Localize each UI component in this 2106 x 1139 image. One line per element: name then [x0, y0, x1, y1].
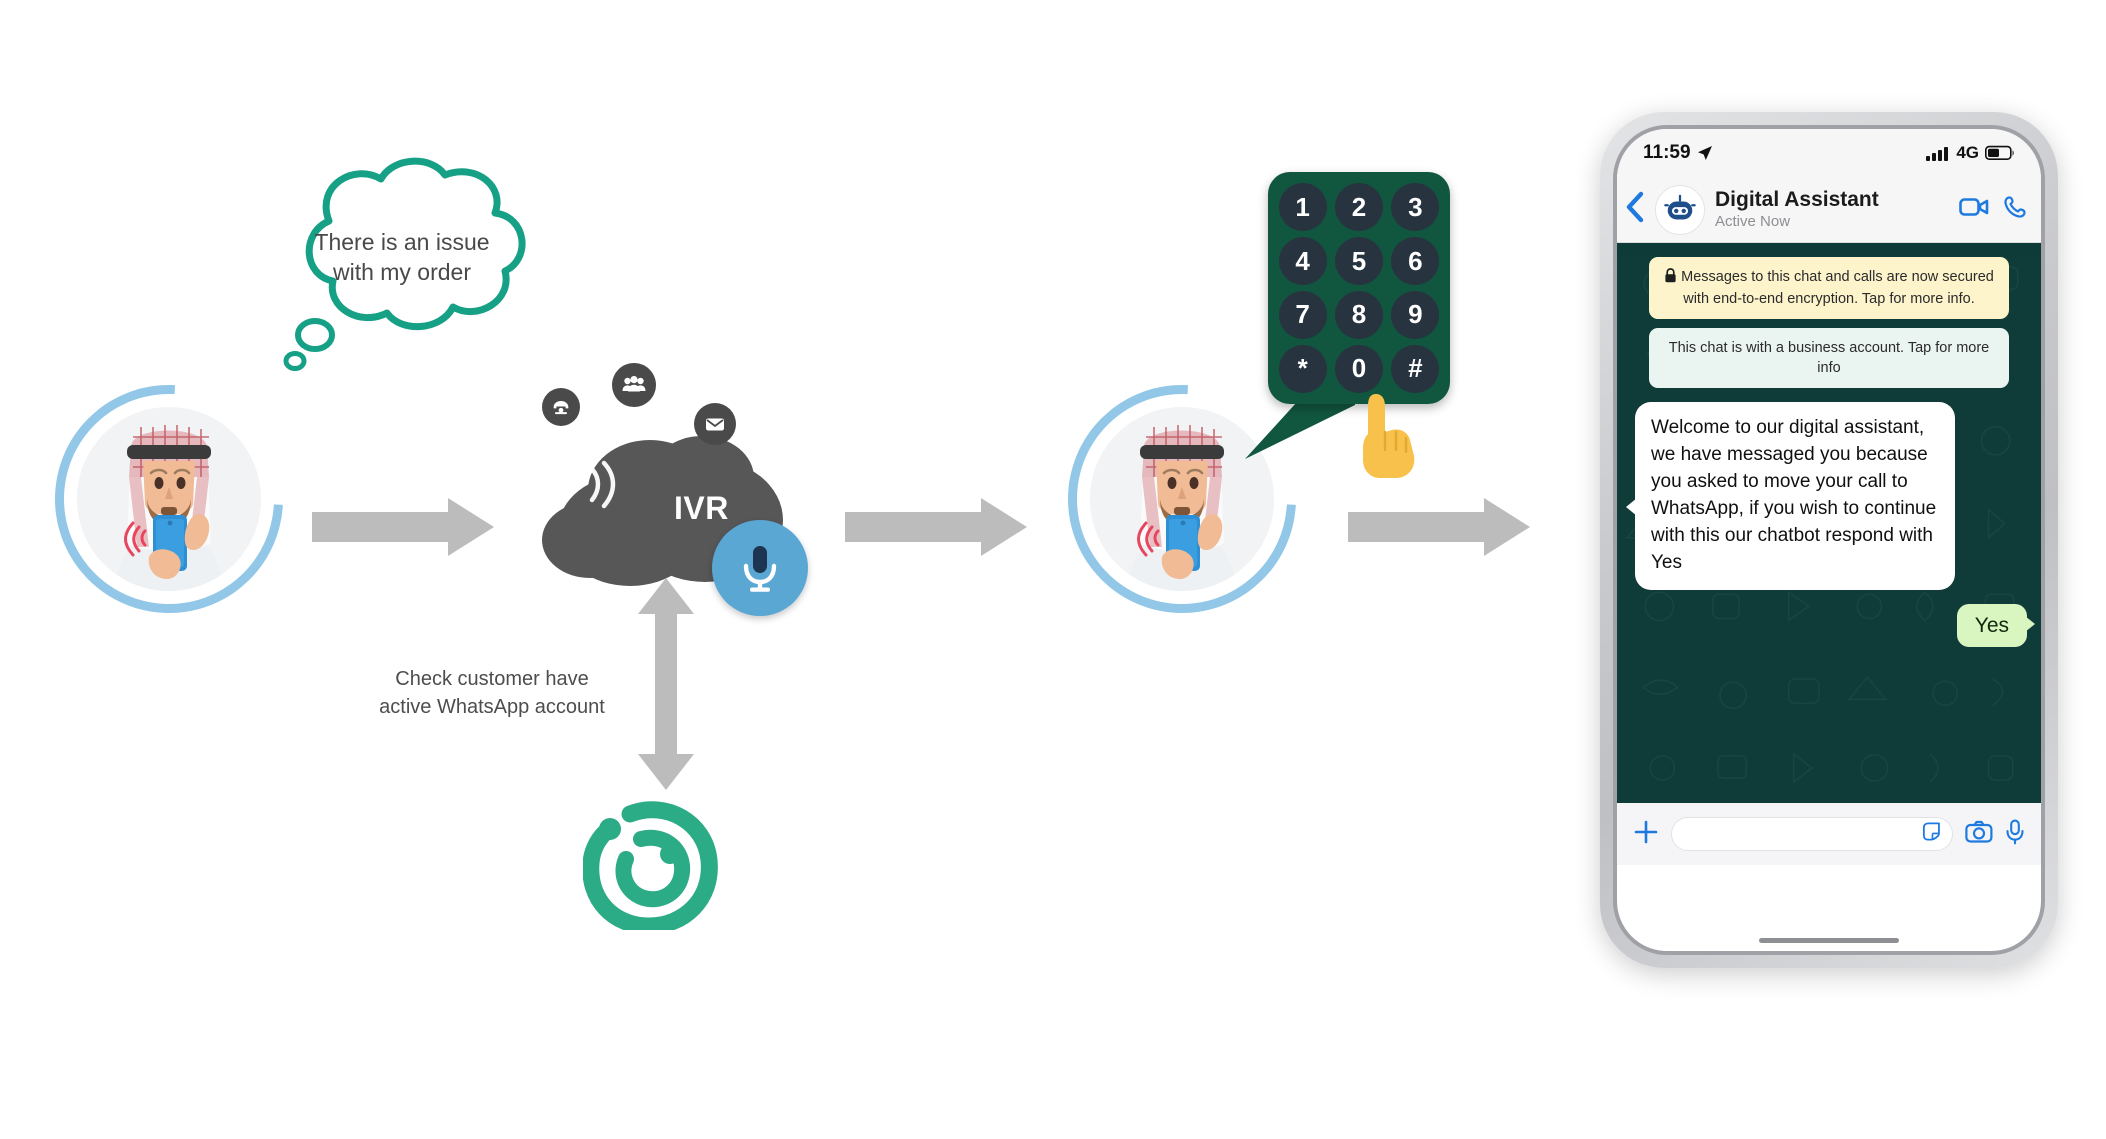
attach-button[interactable] — [1633, 819, 1659, 850]
message-bubble-incoming[interactable]: Welcome to our digital assistant, we hav… — [1626, 402, 1955, 590]
arrow-right-icon — [312, 498, 494, 556]
pointing-hand-cursor-icon — [1352, 388, 1424, 484]
message-input-wrapper[interactable] — [1671, 817, 1953, 851]
phone-mockup: 11:59 4G Digital Assistant Active Now Me… — [1600, 112, 2058, 968]
voice-call-icon — [2004, 196, 2026, 218]
incoming-message-text: Welcome to our digital assistant, we hav… — [1651, 417, 1937, 573]
ios-status-bar: 11:59 4G — [1617, 129, 2041, 177]
person-illustration-icon — [77, 407, 261, 591]
voice-call-button[interactable] — [2003, 195, 2027, 224]
arrow-right-3 — [1348, 498, 1530, 556]
telephone-icon — [542, 388, 580, 426]
microphone-badge-icon — [712, 520, 808, 616]
dialpad-key-7[interactable]: 7 — [1278, 290, 1327, 339]
camera-icon — [1965, 820, 1993, 843]
arrow-right-2 — [845, 498, 1027, 556]
microphone-glyph — [743, 546, 777, 592]
microphone-icon — [2006, 819, 2024, 844]
ivr-check-caption: Check customer have active WhatsApp acco… — [352, 665, 632, 722]
dialpad-key-9[interactable]: 9 — [1391, 290, 1440, 339]
lock-glyph — [1665, 268, 1676, 283]
header-actions — [1959, 195, 2027, 224]
flow-diagram-canvas: There is an issue with my order IVR Chec… — [0, 0, 2106, 1139]
status-right-group: 4G — [1926, 143, 2015, 163]
sticker-button[interactable] — [1921, 821, 1942, 847]
telephone-glyph — [553, 401, 569, 415]
video-call-button[interactable] — [1959, 196, 1989, 223]
avatar-photo — [77, 407, 261, 591]
dialpad-key-star[interactable]: * — [1278, 344, 1327, 393]
back-button[interactable] — [1625, 191, 1645, 228]
battery-icon — [1985, 145, 2014, 161]
video-call-icon — [1959, 198, 1989, 216]
network-type-label: 4G — [1956, 143, 1979, 162]
caption-line-2: active WhatsApp account — [379, 696, 605, 719]
dialpad[interactable]: 1 2 3 4 5 6 7 8 9 * 0 # — [1268, 172, 1450, 404]
dialpad-key-2[interactable]: 2 — [1334, 183, 1383, 232]
brand-logo-icon — [582, 801, 718, 935]
thought-bubble-text: There is an issue with my order — [297, 227, 507, 288]
people-group-icon — [612, 363, 656, 407]
arrow-right-icon — [845, 498, 1027, 556]
arrow-right-1 — [312, 498, 494, 556]
message-input[interactable] — [1682, 825, 1921, 843]
arrow-updown — [638, 578, 694, 795]
dialpad-key-6[interactable]: 6 — [1391, 237, 1440, 286]
encryption-notice-text: Messages to this chat and calls are now … — [1681, 269, 1994, 307]
plus-icon — [1634, 820, 1658, 843]
dialpad-key-3[interactable]: 3 — [1391, 183, 1440, 232]
status-time: 11:59 — [1643, 142, 1691, 163]
dialpad-key-4[interactable]: 4 — [1278, 237, 1327, 286]
outgoing-message-text: Yes — [1974, 613, 2009, 637]
thought-line-2: with my order — [332, 259, 472, 286]
status-time-group: 11:59 — [1643, 142, 1713, 164]
caption-line-1: Check customer have — [395, 668, 589, 690]
arrow-right-icon — [1348, 498, 1530, 556]
business-account-notice[interactable]: This chat is with a business account. Ta… — [1649, 328, 2009, 388]
dialpad-key-0[interactable]: 0 — [1334, 344, 1383, 393]
business-notice-text: This chat is with a business account. Ta… — [1668, 340, 1990, 376]
dialpad-key-5[interactable]: 5 — [1334, 237, 1383, 286]
chat-header: Digital Assistant Active Now — [1617, 177, 2041, 243]
back-chevron-icon — [1626, 191, 1644, 223]
encryption-notice[interactable]: Messages to this chat and calls are now … — [1649, 257, 2009, 319]
home-indicator — [1759, 938, 1899, 943]
pointing-hand-glyph — [1363, 394, 1415, 478]
contact-status: Active Now — [1715, 212, 1791, 230]
dialpad-key-hash[interactable]: # — [1391, 344, 1440, 393]
message-bubble-outgoing[interactable]: Yes — [1956, 603, 2036, 647]
voice-record-button[interactable] — [2005, 819, 2025, 850]
thought-bubble: There is an issue with my order — [255, 155, 545, 375]
envelope-glyph — [706, 418, 724, 431]
customer-avatar-thinking — [8, 338, 330, 660]
dialpad-key-8[interactable]: 8 — [1334, 290, 1383, 339]
contact-avatar[interactable] — [1655, 184, 1705, 235]
location-arrow-icon — [1697, 146, 1712, 160]
phone-screen: 11:59 4G Digital Assistant Active Now Me… — [1613, 125, 2045, 955]
camera-button[interactable] — [1965, 820, 1993, 849]
signal-bars-icon — [1926, 147, 1949, 161]
envelope-icon — [694, 403, 736, 445]
people-group-glyph — [622, 376, 646, 392]
contact-name: Digital Assistant — [1715, 188, 1879, 212]
contact-info[interactable]: Digital Assistant Active Now — [1715, 188, 1949, 230]
thought-line-1: There is an issue — [314, 229, 490, 255]
ivr-label: IVR — [674, 490, 729, 526]
lock-icon — [1664, 268, 1677, 289]
sticker-icon — [1922, 822, 1940, 841]
chat-input-bar — [1617, 803, 2041, 865]
arrow-updown-icon — [638, 578, 694, 790]
dialpad-key-1[interactable]: 1 — [1278, 183, 1327, 232]
chat-message-list[interactable]: Messages to this chat and calls are now … — [1617, 243, 2041, 803]
bot-avatar-icon — [1664, 194, 1696, 219]
teal-swirl-logo — [582, 800, 718, 935]
